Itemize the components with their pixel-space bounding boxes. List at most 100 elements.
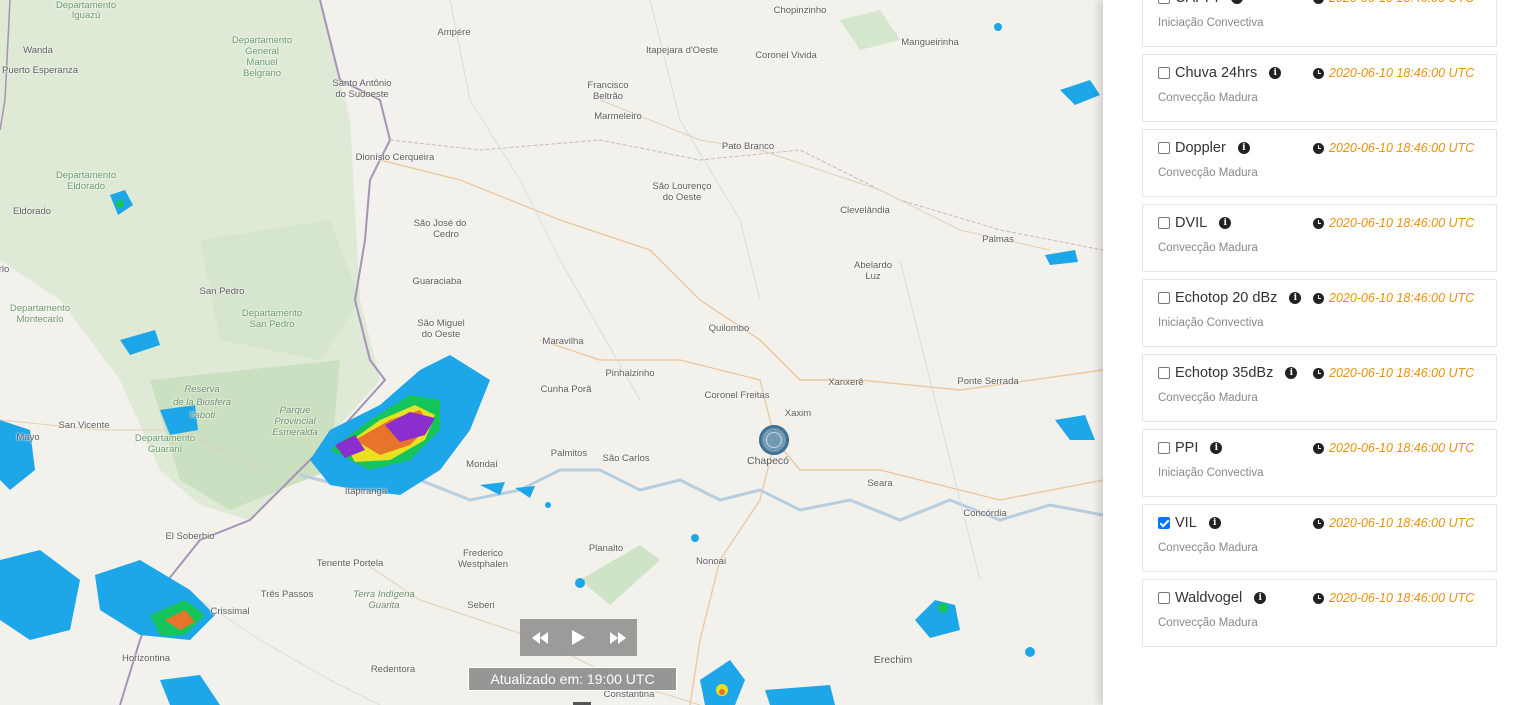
place-label: Seberi bbox=[467, 600, 495, 611]
clock-icon bbox=[1313, 67, 1324, 79]
info-icon[interactable]: i bbox=[1254, 592, 1267, 604]
place-label: Dionísio Cerqueira bbox=[355, 152, 435, 163]
layer-category: Iniciação Convectiva bbox=[1158, 17, 1264, 29]
place-label: Chapecó bbox=[746, 455, 790, 467]
place-label: São Lourenço bbox=[652, 181, 712, 192]
layer-name: PPI bbox=[1175, 440, 1199, 456]
place-label: Xaxim bbox=[784, 408, 812, 419]
place-label: Beltrão bbox=[592, 91, 624, 102]
info-icon[interactable]: i bbox=[1285, 367, 1298, 379]
place-label: El Soberbio bbox=[165, 531, 215, 542]
fast-forward-icon bbox=[609, 631, 626, 644]
layer-time-text: 2020-06-10 18:46:00 UTC bbox=[1329, 441, 1475, 455]
place-label: Mangueirinha bbox=[901, 37, 959, 48]
layer-row: DVIL i bbox=[1158, 215, 1232, 231]
updated-timestamp: Atualizado em: 19:00 UTC bbox=[468, 667, 677, 691]
info-icon[interactable]: i bbox=[1289, 292, 1302, 304]
place-label: Itapejara d'Oeste bbox=[645, 45, 719, 56]
layer-time: 2020-06-10 18:46:00 UTC bbox=[1313, 141, 1474, 155]
layer-time-text: 2020-06-10 18:46:00 UTC bbox=[1329, 516, 1475, 530]
place-label: Provincial bbox=[274, 416, 316, 427]
place-label: Eldorado bbox=[12, 206, 52, 217]
place-label: Palmas bbox=[982, 234, 1014, 245]
layer-checkbox[interactable] bbox=[1158, 0, 1170, 4]
place-label: Reserva bbox=[184, 384, 220, 395]
layer-checkbox[interactable] bbox=[1158, 142, 1170, 154]
layer-row: Doppler i bbox=[1158, 140, 1250, 156]
info-icon[interactable]: i bbox=[1230, 0, 1243, 4]
place-label: San Vicente bbox=[58, 420, 110, 431]
layer-time: 2020-06-10 18:46:00 UTC bbox=[1313, 516, 1474, 530]
place-label: Clevelândia bbox=[840, 205, 890, 216]
layer-time-text: 2020-06-10 18:46:00 UTC bbox=[1329, 366, 1475, 380]
clock-icon bbox=[1313, 442, 1324, 454]
layer-time-text: 2020-06-10 18:46:00 UTC bbox=[1329, 291, 1475, 305]
place-label: Iguazú bbox=[71, 10, 101, 21]
layer-time: 2020-06-10 18:46:00 UTC bbox=[1313, 0, 1474, 5]
clock-icon bbox=[1313, 142, 1324, 154]
place-label: rlo bbox=[0, 264, 10, 275]
layer-card: Waldvogel i 2020-06-10 18:46:00 UTC Convecç… bbox=[1142, 579, 1497, 647]
info-icon[interactable]: i bbox=[1208, 517, 1221, 529]
layer-time-text: 2020-06-10 18:46:00 UTC bbox=[1329, 216, 1475, 230]
layer-checkbox[interactable] bbox=[1158, 592, 1170, 604]
layer-time: 2020-06-10 18:46:00 UTC bbox=[1313, 591, 1474, 605]
fast-forward-button[interactable] bbox=[603, 623, 633, 653]
play-button[interactable] bbox=[564, 623, 594, 653]
place-label: Três Passos bbox=[260, 589, 314, 600]
layer-checkbox[interactable] bbox=[1158, 67, 1170, 79]
place-label: Nonoai bbox=[695, 556, 727, 567]
place-label: Departamento bbox=[241, 308, 303, 319]
layer-row: Waldvogel i bbox=[1158, 590, 1267, 606]
place-label: Ponte Serrada bbox=[957, 376, 1019, 387]
layer-row: PPI i bbox=[1158, 440, 1223, 456]
place-label: de la Biosfera bbox=[172, 397, 232, 408]
place-label: São José do bbox=[413, 218, 467, 229]
layer-row: CAPPI i bbox=[1158, 0, 1243, 6]
place-label: Departamento bbox=[9, 303, 71, 314]
place-label: Coronel Vivida bbox=[755, 50, 817, 61]
place-label: Planalto bbox=[588, 543, 624, 554]
radar-map[interactable]: Departamento Iguazú Wanda Puerto Esperanza D… bbox=[0, 0, 1103, 705]
info-icon[interactable]: i bbox=[1269, 67, 1282, 79]
place-label: Santo Antônio bbox=[332, 78, 392, 89]
place-label: Eldorado bbox=[66, 181, 106, 192]
place-label: Mondaí bbox=[466, 459, 498, 470]
place-label: Manuel bbox=[246, 57, 278, 68]
place-label: General bbox=[245, 46, 279, 57]
layer-category: Convecção Madura bbox=[1158, 92, 1258, 104]
place-label: Pinhalzinho bbox=[605, 368, 655, 379]
info-icon[interactable]: i bbox=[1237, 142, 1250, 154]
place-label: Crissimal bbox=[210, 606, 250, 617]
layer-name: Echotop 20 dBz bbox=[1175, 290, 1278, 306]
place-label: Guarita bbox=[368, 600, 400, 611]
layer-checkbox[interactable] bbox=[1158, 517, 1170, 529]
layer-checkbox[interactable] bbox=[1158, 217, 1170, 229]
layers-panel: CAPPI i 2020-06-10 18:46:00 UTC Iniciação C… bbox=[1103, 0, 1523, 705]
place-label: Erechim bbox=[873, 654, 913, 666]
rewind-button[interactable] bbox=[525, 623, 555, 653]
place-label: Xanxerê bbox=[828, 377, 864, 388]
layer-row: Echotop 35dBz i bbox=[1158, 365, 1298, 381]
place-label: do Oeste bbox=[662, 192, 702, 203]
info-icon[interactable]: i bbox=[1210, 442, 1223, 454]
layer-card: Chuva 24hrs i 2020-06-10 18:46:00 UTC Conve… bbox=[1142, 54, 1497, 122]
place-label: Redentora bbox=[370, 664, 416, 675]
radar-site-marker[interactable] bbox=[759, 425, 789, 455]
place-label: Itapiranga bbox=[344, 486, 388, 497]
layer-time: 2020-06-10 18:46:00 UTC bbox=[1313, 291, 1474, 305]
clock-icon bbox=[1313, 367, 1324, 379]
layer-row: Chuva 24hrs i bbox=[1158, 65, 1282, 81]
layer-checkbox[interactable] bbox=[1158, 292, 1170, 304]
layer-checkbox[interactable] bbox=[1158, 442, 1170, 454]
place-label: Horizontina bbox=[121, 653, 171, 664]
layer-category: Convecção Madura bbox=[1158, 242, 1258, 254]
layer-checkbox[interactable] bbox=[1158, 367, 1170, 379]
place-label: Tenente Portela bbox=[316, 558, 384, 569]
layer-name: Doppler bbox=[1175, 140, 1226, 156]
layer-time: 2020-06-10 18:46:00 UTC bbox=[1313, 216, 1474, 230]
layer-time-text: 2020-06-10 18:46:00 UTC bbox=[1329, 141, 1475, 155]
layer-name: Waldvogel bbox=[1175, 590, 1243, 606]
place-label: Ampére bbox=[437, 27, 471, 38]
info-icon[interactable]: i bbox=[1219, 217, 1232, 229]
